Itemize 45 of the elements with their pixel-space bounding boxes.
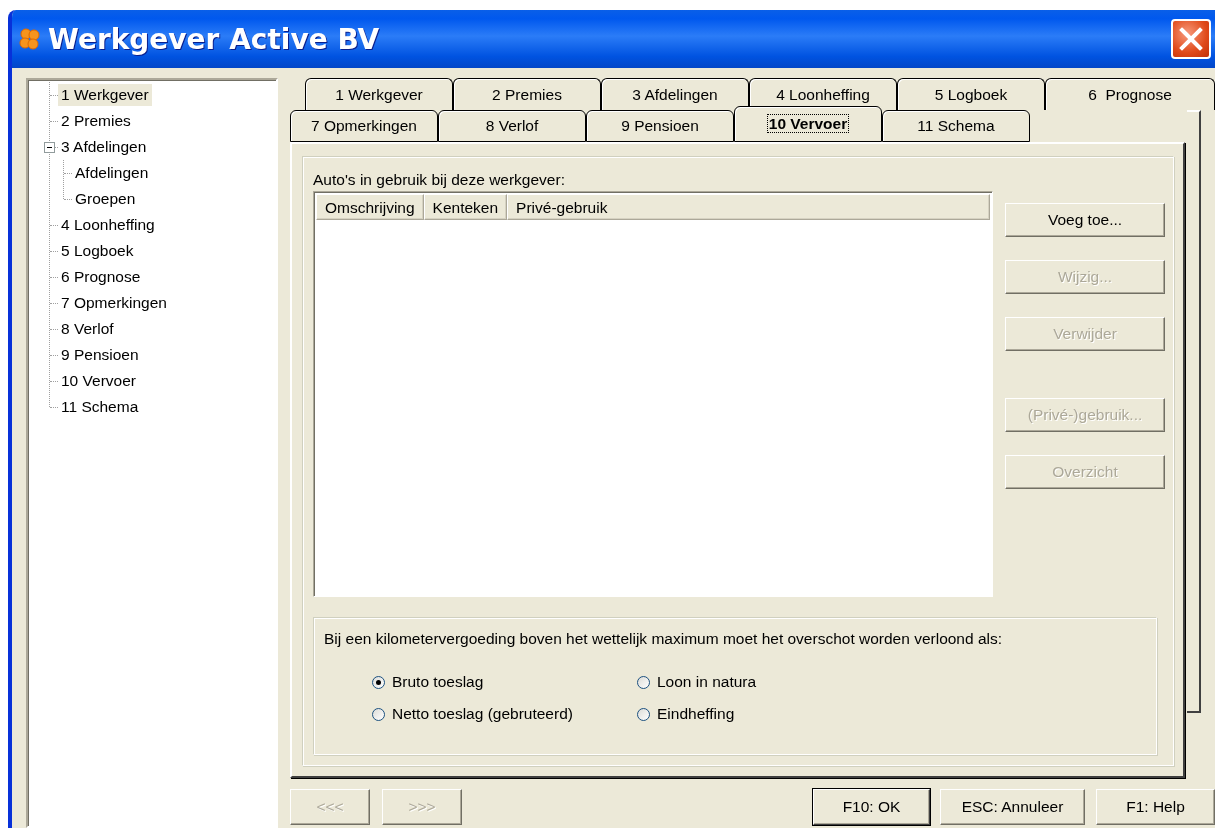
tab[interactable]: 7 Opmerkingen — [290, 110, 438, 142]
tab[interactable]: 3 Afdelingen — [601, 78, 749, 110]
tree-item[interactable]: 9 Pensioen — [58, 344, 142, 366]
tree-item[interactable]: 2 Premies — [58, 110, 134, 132]
tree-item[interactable]: 7 Opmerkingen — [58, 292, 170, 314]
tab[interactable]: 8 Verlof — [438, 110, 586, 142]
close-icon — [1178, 26, 1204, 52]
radio-button[interactable] — [372, 707, 385, 721]
tab[interactable]: 1 Werkgever — [305, 78, 453, 110]
radio-label[interactable]: Bruto toeslag — [392, 673, 484, 691]
collapse-icon[interactable] — [44, 141, 55, 153]
radio-button[interactable] — [372, 675, 385, 689]
tree-item[interactable]: 5 Logboek — [58, 240, 137, 262]
tab[interactable]: 11 Schema — [882, 110, 1030, 142]
tree-item[interactable]: 4 Loonheffing — [58, 214, 158, 236]
radio-label[interactable]: Eindheffing — [657, 705, 735, 723]
tab[interactable]: 5 Logboek — [897, 78, 1045, 110]
tree-item[interactable]: Afdelingen — [72, 162, 152, 184]
window-title: Werkgever Active BV — [48, 22, 381, 56]
action-button[interactable]: Voeg toe... — [1005, 203, 1165, 237]
tree-item[interactable]: 10 Vervoer — [58, 370, 139, 392]
column-header[interactable]: Kenteken — [423, 194, 508, 220]
tree-item[interactable]: 6 Prognose — [58, 266, 144, 288]
tree-item[interactable]: 3 Afdelingen — [58, 136, 150, 158]
dialog-button[interactable]: F1: Help — [1096, 789, 1215, 825]
close-button[interactable] — [1171, 19, 1211, 59]
column-header[interactable]: Privé-gebruik — [507, 194, 990, 220]
tab[interactable]: 2 Premies — [453, 78, 601, 110]
dialog-button[interactable]: ESC: Annuleer — [940, 789, 1085, 825]
column-header[interactable]: Omschrijving — [316, 194, 424, 220]
radio-button[interactable] — [637, 707, 650, 721]
radio-label[interactable]: Netto toeslag (gebruteerd) — [392, 705, 573, 723]
dialog-button[interactable]: F10: OK — [813, 789, 930, 825]
tab[interactable]: 10 Vervoer — [734, 106, 882, 142]
list-label: Auto's in gebruik bij deze werkgever: — [313, 171, 566, 189]
car-list[interactable]: Omschrijving Kenteken Privé-gebruik — [313, 191, 993, 597]
allowance-prompt: Bij een kilometervergoeding boven het wettelijk maximum moet het overschot worden verloond als: — [324, 630, 1004, 648]
tree-item[interactable]: Groepen — [72, 188, 139, 210]
tab[interactable]: 9 Pensioen — [586, 110, 734, 142]
tab[interactable]: 6 Prognose — [1045, 78, 1215, 110]
tree-item[interactable]: 11 Schema — [58, 396, 142, 418]
radio-label[interactable]: Loon in natura — [657, 673, 757, 691]
radio-button[interactable] — [637, 675, 650, 689]
tree-item[interactable]: 8 Verlof — [58, 318, 117, 340]
tree-item[interactable]: 1 Werkgever — [58, 84, 152, 106]
